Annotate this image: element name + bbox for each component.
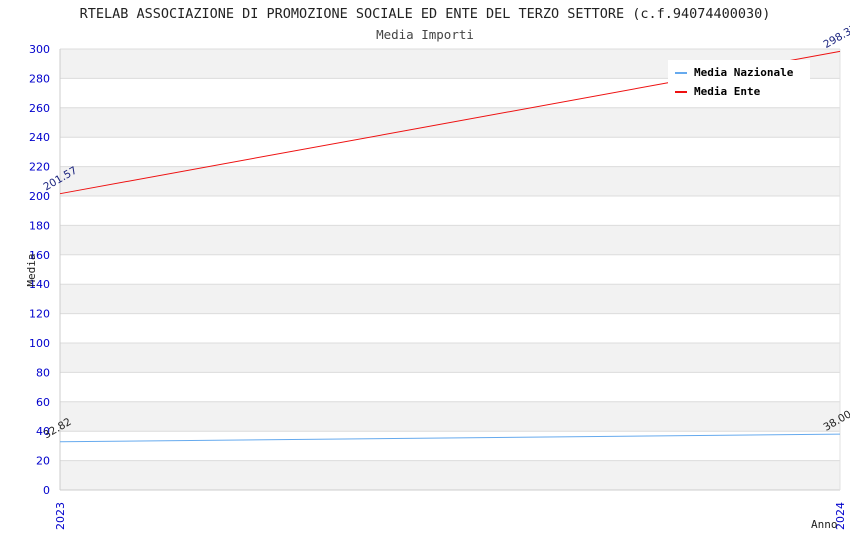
legend-entry-1: Media Ente (694, 85, 761, 98)
grid-band (60, 372, 840, 402)
y-tick-label: 100 (29, 337, 50, 350)
grid-band (60, 401, 840, 432)
y-tick-label: 120 (29, 308, 50, 321)
grid-band (60, 254, 840, 285)
plot-background-bands (60, 49, 840, 490)
y-tick-label: 60 (36, 396, 50, 409)
grid-band (60, 284, 840, 314)
grid-band (60, 343, 840, 373)
data-label: 298.37 (822, 22, 850, 51)
y-tick-label: 280 (29, 72, 50, 85)
y-tick-label: 20 (36, 455, 50, 468)
x-axis-ticks: 2023 2024 (54, 502, 847, 530)
chart-subtitle: Media Importi (376, 27, 474, 42)
y-tick-label: 80 (36, 366, 50, 379)
grid-band (60, 137, 840, 167)
line-chart: 0204060801001201401601802002202402602803… (25, 6, 850, 531)
y-tick-label: 240 (29, 131, 50, 144)
grid-band (60, 166, 840, 196)
chart-title: RTELAB ASSOCIAZIONE DI PROMOZIONE SOCIAL… (80, 6, 771, 22)
grid-band (60, 313, 840, 343)
x-tick-label: 2023 (54, 502, 67, 530)
y-tick-label: 260 (29, 102, 50, 115)
y-axis-label: Media (25, 253, 38, 286)
x-axis-label: Anno (811, 518, 838, 531)
y-tick-label: 300 (29, 43, 50, 56)
legend-entry-0: Media Nazionale (694, 66, 794, 79)
grid-band (60, 196, 840, 226)
legend: Media Nazionale Media Ente (668, 60, 810, 102)
y-tick-label: 220 (29, 161, 50, 174)
grid-band (60, 460, 840, 490)
y-tick-label: 0 (43, 484, 50, 497)
grid-band (60, 225, 840, 255)
y-tick-label: 180 (29, 219, 50, 232)
